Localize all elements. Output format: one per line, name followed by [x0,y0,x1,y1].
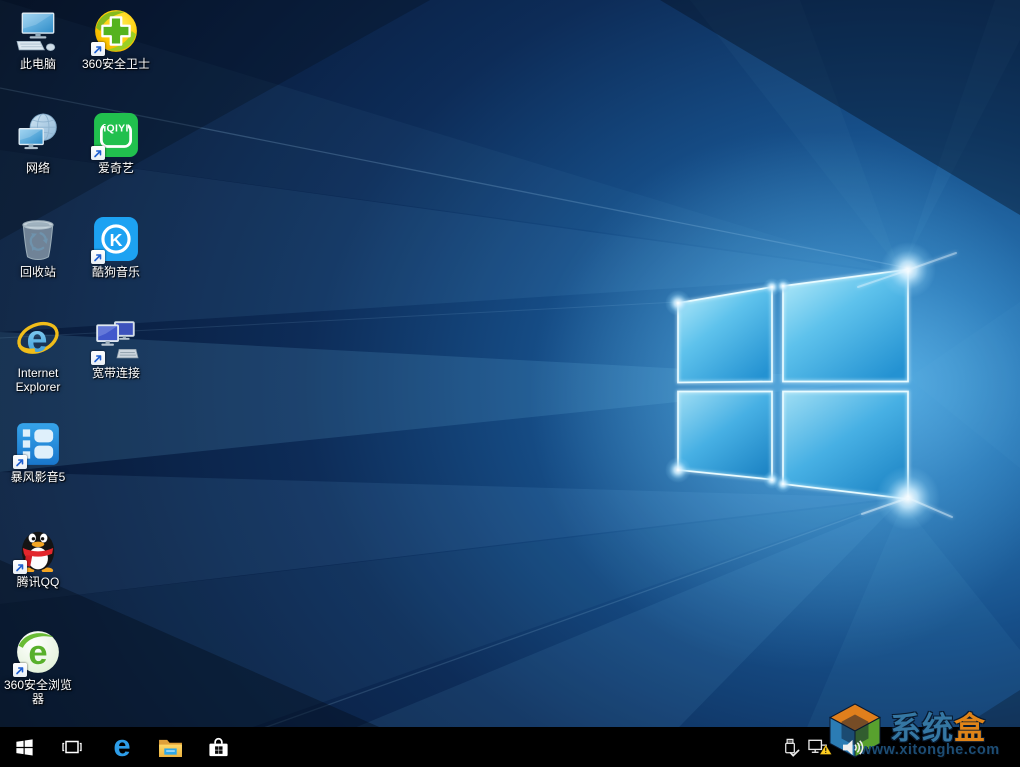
desktop-icon-internet-explorer[interactable]: e Internet Explorer [0,317,76,395]
desktop-icon-label: 回收站 [19,265,56,279]
file-explorer-icon [158,739,182,757]
desktop-icon-network[interactable]: 网络 [0,112,76,175]
desktop-icon-label: 360安全浏览器 [3,678,73,707]
svg-text:iQIYI: iQIYI [103,123,128,134]
desktop-icon-label: 宽带连接 [91,366,140,380]
desktop-icon-broadband-connection[interactable]: 宽带连接 [78,317,154,380]
desktop-icon-this-pc[interactable]: 此电脑 [0,8,76,71]
desktop-icon-label: 360安全卫士 [81,57,151,71]
network-icon [18,113,57,150]
volume-icon [842,739,863,755]
volume-button[interactable] [838,727,868,767]
svg-text:K: K [110,230,123,250]
start-button[interactable] [4,727,44,767]
desktop-icon-tencent-qq[interactable]: 腾讯QQ [0,526,76,589]
desktop-icon-label: 此电脑 [19,57,56,71]
shortcut-arrow-icon [13,455,27,469]
file-explorer-button[interactable] [150,727,190,767]
start-icon [15,738,33,756]
desktop-icon-iqiyi[interactable]: iQIYI 爱奇艺 [78,112,154,175]
watermark-url: www.xitonghe.com [860,742,1000,758]
desktop-icon-label: 爱奇艺 [97,161,134,175]
this-pc-icon [16,12,56,51]
desktop-icon-360-browser[interactable]: e 360安全浏览器 [0,629,76,706]
desktop-icon-label: 腾讯QQ [16,575,60,589]
network-status-button[interactable] [804,727,834,767]
desktop-icon-kugou-music[interactable]: K 酷狗音乐 [78,216,154,279]
shortcut-arrow-icon [91,146,105,160]
svg-text:e: e [26,318,47,360]
watermark-title-blue: 系统 [890,711,954,746]
desktop-icon-label: 酷狗音乐 [91,265,140,279]
edge-button[interactable]: e [102,727,142,767]
network-warning-icon [807,739,832,754]
task-view-button[interactable] [52,727,92,767]
shortcut-arrow-icon [13,560,27,574]
shortcut-arrow-icon [91,250,105,264]
desktop-icon-label: 网络 [25,161,50,175]
recycle-bin-icon [22,220,54,261]
shortcut-arrow-icon [91,351,105,365]
shortcut-arrow-icon [13,663,27,677]
desktop-icon-label: 暴风影音5 [10,470,66,484]
task-view-icon [62,740,82,754]
internet-explorer-icon: e [17,318,59,360]
usb-safely-remove-icon [784,738,799,757]
desktop-icon-recycle-bin[interactable]: 回收站 [0,216,76,279]
edge-icon: e [113,727,131,763]
store-button[interactable] [198,727,238,767]
svg-text:e: e [28,634,47,672]
usb-safely-remove-button[interactable] [775,727,805,767]
desktop-icon-360-safety-guard[interactable]: 360安全卫士 [78,8,154,71]
store-icon [208,737,228,756]
watermark-title-orange: 盒 [954,711,986,746]
desktop-icon-baofeng-player[interactable]: 暴风影音5 [0,421,76,484]
desktop-icon-label: Internet Explorer [15,366,61,395]
shortcut-arrow-icon [91,42,105,56]
